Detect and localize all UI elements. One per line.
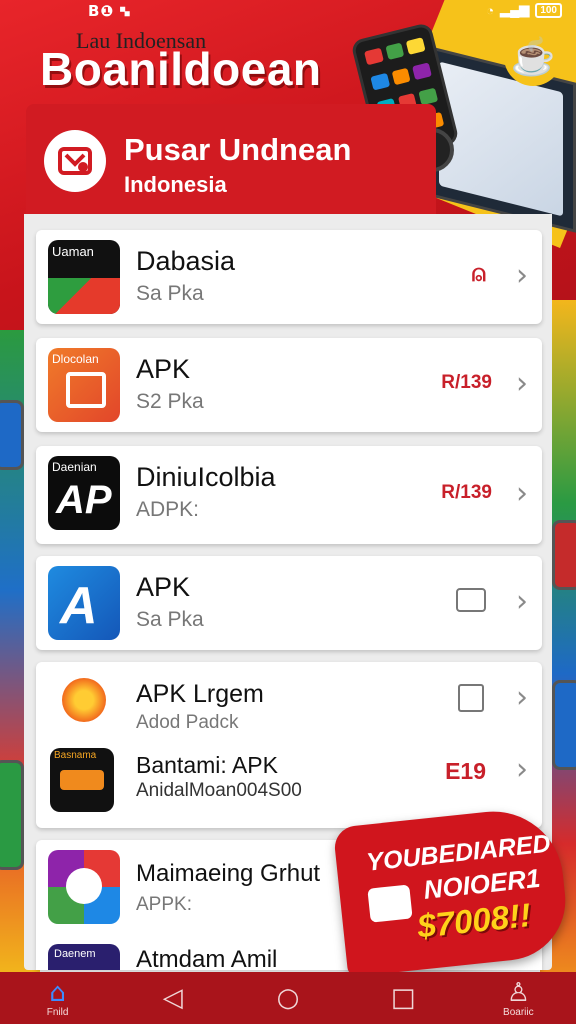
wifi-icon: ◔ bbox=[486, 2, 495, 18]
nav-back[interactable]: ◁ bbox=[143, 972, 203, 1024]
page-title: Boanildoean bbox=[40, 43, 322, 95]
status-left-text: B❶ 🙿 bbox=[88, 2, 131, 20]
app-icon: A bbox=[48, 566, 120, 640]
nav-profile[interactable]: ♙ Boariic bbox=[488, 972, 548, 1024]
phone-deco-image bbox=[0, 760, 24, 870]
calendar-icon bbox=[458, 684, 484, 712]
nav-home[interactable]: ⌂ Fnild bbox=[28, 972, 88, 1024]
item-subtitle: Sa Pka bbox=[136, 608, 204, 631]
bottom-nav-bar: ⌂ Fnild ◁ ○ □ ♙ Boariic bbox=[0, 972, 576, 1024]
chevron-right-icon: › bbox=[516, 680, 528, 715]
price-tag: R/139 bbox=[441, 482, 492, 503]
item-subtitle: S2 Pka bbox=[136, 390, 204, 413]
circle-home-icon: ○ bbox=[276, 983, 300, 1013]
battery-icon: 100 bbox=[535, 2, 562, 18]
app-icon bbox=[54, 670, 114, 730]
status-bar: B❶ 🙿 ◔ ▂▄▆ 100 bbox=[0, 0, 576, 24]
item-title: Maimaeing Grhut bbox=[136, 860, 321, 887]
promo-icon bbox=[367, 884, 413, 923]
chevron-right-icon: › bbox=[516, 752, 528, 787]
app-icon: Dlocolan bbox=[48, 348, 120, 422]
item-subtitle: Sa Pka bbox=[136, 282, 204, 305]
list-item[interactable]: Uaman Dabasia Sa Pka ⍝ › bbox=[36, 230, 542, 324]
item-title: APK Lrgem bbox=[136, 680, 264, 708]
signal-icon: ▂▄▆ bbox=[500, 2, 530, 17]
item-subtitle: Adod Padck bbox=[136, 712, 239, 733]
app-icon: Daenian AP bbox=[48, 456, 120, 530]
chevron-right-icon: › bbox=[516, 366, 528, 401]
brand-header: Pusar Undnean Indonesia bbox=[26, 104, 436, 214]
list-item[interactable]: Daenian AP DiniuIcolbia ADPK: R/139 › bbox=[36, 446, 542, 544]
person-icon: ⍝ bbox=[471, 260, 486, 287]
nav-recents[interactable]: □ bbox=[373, 972, 433, 1024]
brand-name: Pusar Undnean bbox=[124, 132, 352, 167]
status-right: ◔ ▂▄▆ 100 bbox=[486, 2, 562, 18]
phone-deco-image bbox=[0, 400, 24, 470]
chevron-right-icon: › bbox=[516, 476, 528, 511]
list-item[interactable]: Dlocolan APK S2 Pka R/139 › bbox=[36, 338, 542, 432]
brand-subtitle: Indonesia bbox=[124, 172, 227, 197]
recents-icon: □ bbox=[390, 983, 416, 1013]
cup-icon[interactable]: ☕ bbox=[504, 28, 562, 86]
item-title: APK bbox=[136, 572, 191, 602]
user-icon: ♙ bbox=[506, 977, 530, 1008]
nav-home-circle[interactable]: ○ bbox=[258, 972, 318, 1024]
item-title: DiniuIcolbia bbox=[136, 462, 276, 492]
promo-badge[interactable]: YOUBEDIARED NOIOER1 $7008!! bbox=[332, 804, 572, 978]
app-icon: Daenem bbox=[48, 944, 120, 970]
phone-deco-image bbox=[552, 680, 576, 770]
item-title: Dabasia bbox=[136, 246, 236, 276]
item-title: Bantami: APK bbox=[136, 752, 278, 778]
item-title: APK bbox=[136, 354, 191, 384]
card-icon bbox=[456, 588, 486, 612]
chevron-right-icon: › bbox=[516, 258, 528, 293]
item-title: Atmdam Amil bbox=[136, 946, 278, 973]
item-subtitle: ADPK: bbox=[136, 498, 200, 521]
app-icon bbox=[48, 850, 120, 924]
tag-label: E19 bbox=[445, 758, 486, 784]
list-item[interactable]: A APK Sa Pka › bbox=[36, 556, 542, 650]
phone-deco-image bbox=[552, 520, 576, 590]
price-tag: R/139 bbox=[441, 372, 492, 393]
nav-profile-label: Boariic bbox=[503, 1006, 534, 1018]
item-subtitle: APPK: bbox=[136, 894, 192, 915]
item-subtitle: AnidalMoan004S00 bbox=[136, 780, 302, 801]
list-item[interactable]: APK Lrgem Adod Padck › Basnama Bantami: … bbox=[36, 662, 542, 828]
home-icon: ⌂ bbox=[49, 977, 66, 1008]
back-icon: ◁ bbox=[162, 983, 183, 1013]
app-icon: Uaman bbox=[48, 240, 120, 314]
app-icon: Basnama bbox=[50, 748, 114, 812]
chevron-right-icon: › bbox=[516, 584, 528, 619]
brand-logo-icon bbox=[44, 130, 106, 192]
nav-home-label: Fnild bbox=[46, 1006, 69, 1018]
